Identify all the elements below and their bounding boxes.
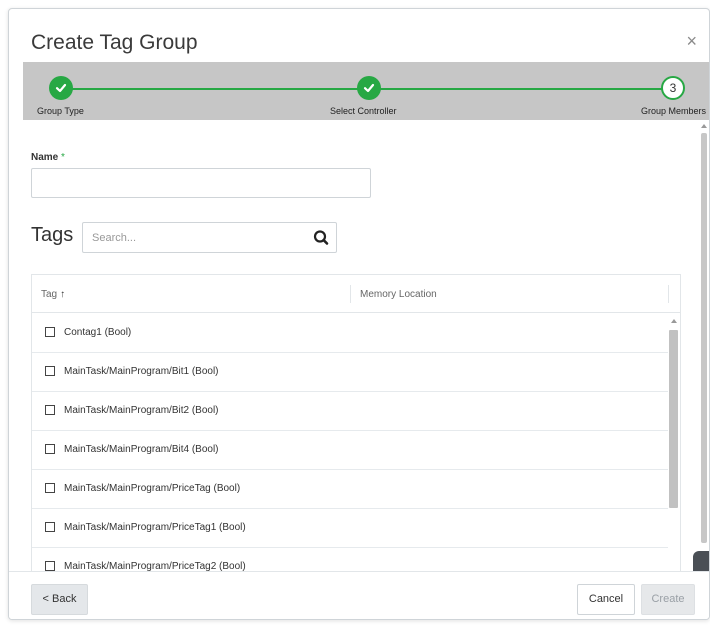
table-body: Contag1 (Bool) MainTask/MainProgram/Bit1… bbox=[32, 314, 668, 573]
cancel-button[interactable]: Cancel bbox=[577, 584, 635, 615]
close-icon[interactable]: × bbox=[686, 32, 697, 50]
row-checkbox[interactable] bbox=[45, 483, 55, 493]
row-tag-label: MainTask/MainProgram/Bit4 (Bool) bbox=[64, 444, 219, 455]
create-tag-group-dialog: Create Tag Group × Group Type Select Con… bbox=[8, 8, 710, 620]
step-label-select-controller: Select Controller bbox=[330, 106, 397, 116]
step-select-controller-check-icon bbox=[357, 76, 381, 100]
column-divider[interactable] bbox=[668, 285, 669, 303]
search-placeholder: Search... bbox=[92, 232, 137, 244]
sort-ascending-icon: ↑ bbox=[60, 289, 66, 300]
row-checkbox[interactable] bbox=[45, 366, 55, 376]
table-row[interactable]: MainTask/MainProgram/PriceTag (Bool) bbox=[32, 470, 668, 509]
table-row[interactable]: MainTask/MainProgram/PriceTag1 (Bool) bbox=[32, 509, 668, 548]
table-row[interactable]: MainTask/MainProgram/Bit2 (Bool) bbox=[32, 392, 668, 431]
name-input[interactable] bbox=[31, 168, 371, 198]
row-checkbox[interactable] bbox=[45, 522, 55, 532]
table-scrollbar-thumb[interactable] bbox=[669, 330, 678, 508]
step-group-type-check-icon bbox=[49, 76, 73, 100]
row-tag-label: MainTask/MainProgram/Bit2 (Bool) bbox=[64, 405, 219, 416]
row-tag-label: MainTask/MainProgram/PriceTag1 (Bool) bbox=[64, 522, 246, 533]
row-checkbox[interactable] bbox=[45, 327, 55, 337]
column-header-tag-label: Tag bbox=[41, 289, 58, 300]
table-row[interactable]: Contag1 (Bool) bbox=[32, 314, 668, 353]
step-group-members-number: 3 bbox=[661, 76, 685, 100]
dialog-footer: < Back Cancel Create bbox=[9, 571, 709, 619]
tags-heading: Tags bbox=[31, 224, 74, 246]
table-row[interactable]: MainTask/MainProgram/Bit1 (Bool) bbox=[32, 353, 668, 392]
step-label-group-type: Group Type bbox=[37, 106, 84, 116]
step-label-group-members: Group Members bbox=[641, 106, 707, 116]
search-icon[interactable] bbox=[310, 227, 332, 248]
row-checkbox[interactable] bbox=[45, 444, 55, 454]
row-checkbox[interactable] bbox=[45, 405, 55, 415]
name-label-text: Name bbox=[31, 152, 59, 163]
row-checkbox[interactable] bbox=[45, 561, 55, 571]
table-row[interactable]: MainTask/MainProgram/Bit4 (Bool) bbox=[32, 431, 668, 470]
back-button[interactable]: < Back bbox=[31, 584, 88, 615]
wizard-stepper: Group Type Select Controller 3 Group Mem… bbox=[23, 62, 709, 120]
row-tag-label: MainTask/MainProgram/PriceTag (Bool) bbox=[64, 483, 241, 494]
required-marker: * bbox=[61, 152, 65, 163]
name-label: Name * bbox=[31, 152, 65, 163]
dialog-title: Create Tag Group bbox=[31, 31, 198, 54]
column-divider[interactable] bbox=[350, 285, 351, 303]
dialog-body: Name * Tags Search... Tag ↑ Memory Locati… bbox=[9, 120, 709, 573]
row-tag-label: MainTask/MainProgram/Bit1 (Bool) bbox=[64, 366, 219, 377]
dialog-scrollbar[interactable] bbox=[701, 133, 707, 543]
row-tag-label: Contag1 (Bool) bbox=[64, 327, 132, 338]
scroll-up-arrow-icon[interactable] bbox=[671, 319, 677, 323]
column-header-tag[interactable]: Tag ↑ bbox=[41, 289, 65, 300]
tags-table: Tag ↑ Memory Location Contag1 (Bool) Main… bbox=[31, 274, 681, 573]
table-row[interactable]: MainTask/MainProgram/PriceTag2 (Bool) bbox=[32, 548, 668, 573]
dialog-scroll-up-arrow-icon[interactable] bbox=[701, 124, 707, 128]
column-header-memory-location[interactable]: Memory Location bbox=[360, 289, 437, 300]
table-header: Tag ↑ Memory Location bbox=[32, 275, 680, 313]
table-scrollbar[interactable] bbox=[668, 314, 680, 573]
create-button[interactable]: Create bbox=[641, 584, 695, 615]
tag-search-input[interactable]: Search... bbox=[82, 222, 337, 253]
